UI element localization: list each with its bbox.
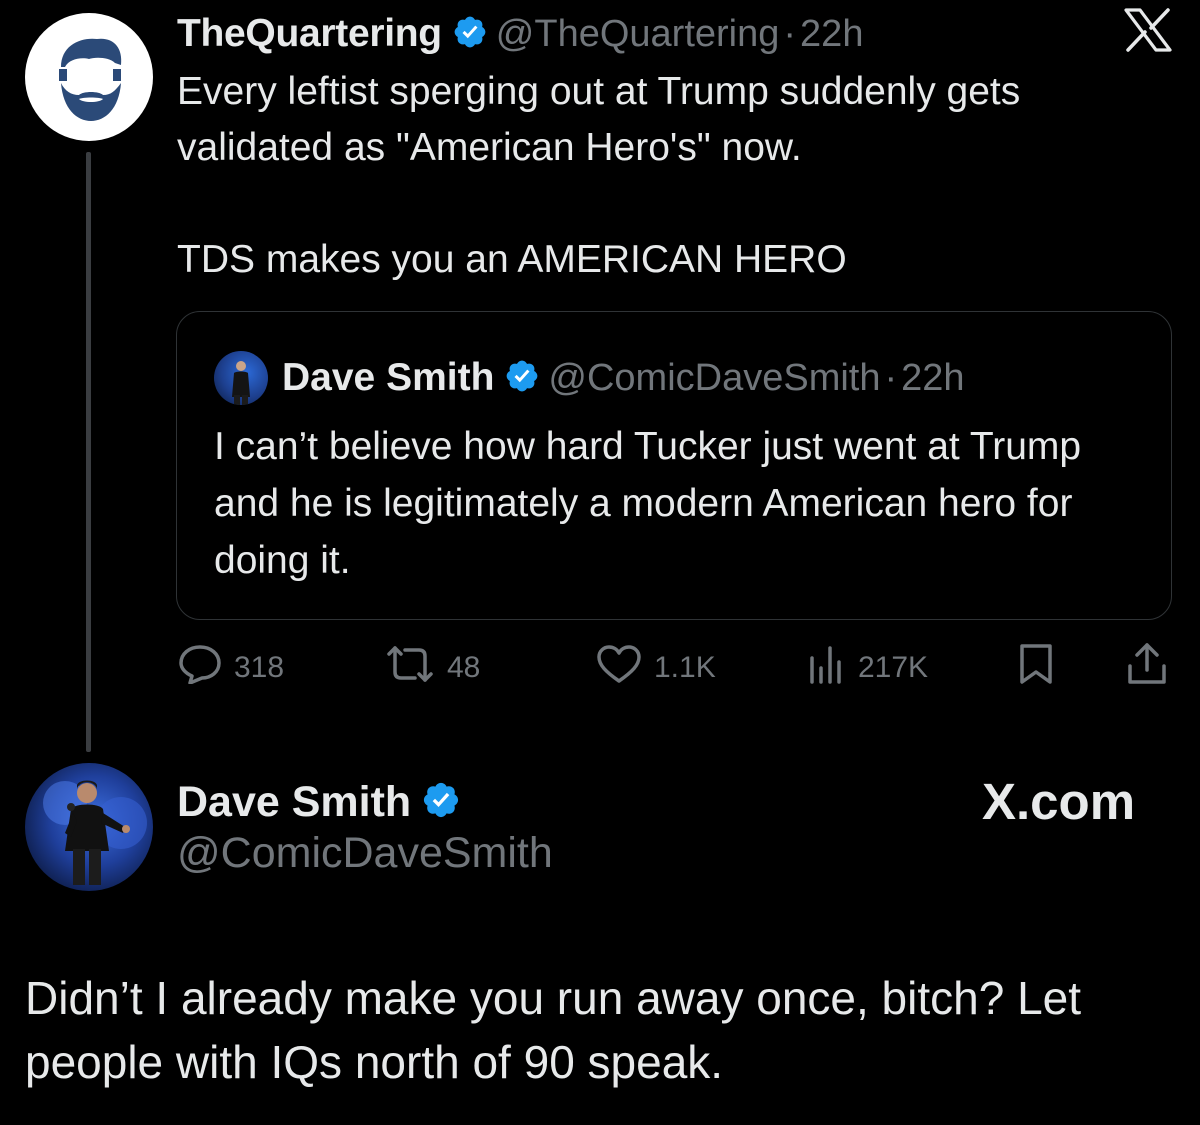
x-logo-icon xyxy=(1124,8,1172,57)
timestamp[interactable]: 22h xyxy=(800,13,863,56)
quoted-author-name[interactable]: Dave Smith xyxy=(282,356,494,400)
quoted-author-avatar[interactable] xyxy=(214,351,268,405)
repost-count: 48 xyxy=(447,651,481,684)
avatar-dave-smith[interactable] xyxy=(25,763,153,891)
author-handle[interactable]: @TheQuartering xyxy=(496,13,780,56)
separator-dot: · xyxy=(884,356,898,399)
bearded-man-logo-icon xyxy=(59,38,122,121)
reply-post-header: Dave Smith xyxy=(177,774,469,830)
avatar-thequartering[interactable] xyxy=(25,13,153,141)
repost-button[interactable]: 48 xyxy=(385,646,480,690)
verified-badge-icon xyxy=(504,358,540,399)
reply-post-text: Didn’t I already make you run away once,… xyxy=(25,972,1082,1088)
verified-badge-icon xyxy=(452,14,488,55)
separator-dot: · xyxy=(783,12,797,55)
views-button[interactable]: 217K xyxy=(806,646,928,690)
reply-author-name[interactable]: Dave Smith xyxy=(177,778,411,827)
author-name[interactable]: TheQuartering xyxy=(177,12,442,56)
view-count: 217K xyxy=(858,651,929,684)
bookmark-icon xyxy=(1016,642,1056,694)
tweet-text: Every leftist sperging out at Trump sudd… xyxy=(177,70,1021,281)
quoted-tweet-header: Dave Smith @ComicDaveSmith · 22h xyxy=(214,350,965,406)
quoted-tweet-text: I can’t believe how hard Tucker just wen… xyxy=(214,425,1082,582)
quoted-timestamp[interactable]: 22h xyxy=(901,357,964,400)
heart-icon xyxy=(596,644,642,692)
reply-icon xyxy=(178,644,222,692)
reply-author-handle[interactable]: @ComicDaveSmith xyxy=(177,829,553,878)
quoted-author-handle[interactable]: @ComicDaveSmith xyxy=(548,357,880,400)
reply-button[interactable]: 318 xyxy=(178,644,285,692)
views-chart-icon xyxy=(806,644,846,692)
repost-icon xyxy=(385,644,435,692)
site-watermark: X.com xyxy=(982,773,1136,830)
speaker-photo xyxy=(43,780,147,885)
thread-connector-line xyxy=(86,152,91,752)
reply-count: 318 xyxy=(234,651,285,684)
verified-badge-icon xyxy=(421,780,461,825)
like-button[interactable]: 1.1K xyxy=(596,644,716,692)
like-count: 1.1K xyxy=(654,651,716,684)
tweet-header: TheQuartering @TheQuartering · 22h xyxy=(177,6,863,62)
share-icon xyxy=(1126,642,1168,694)
share-button[interactable] xyxy=(1126,643,1168,690)
bookmark-button[interactable] xyxy=(1016,644,1056,690)
